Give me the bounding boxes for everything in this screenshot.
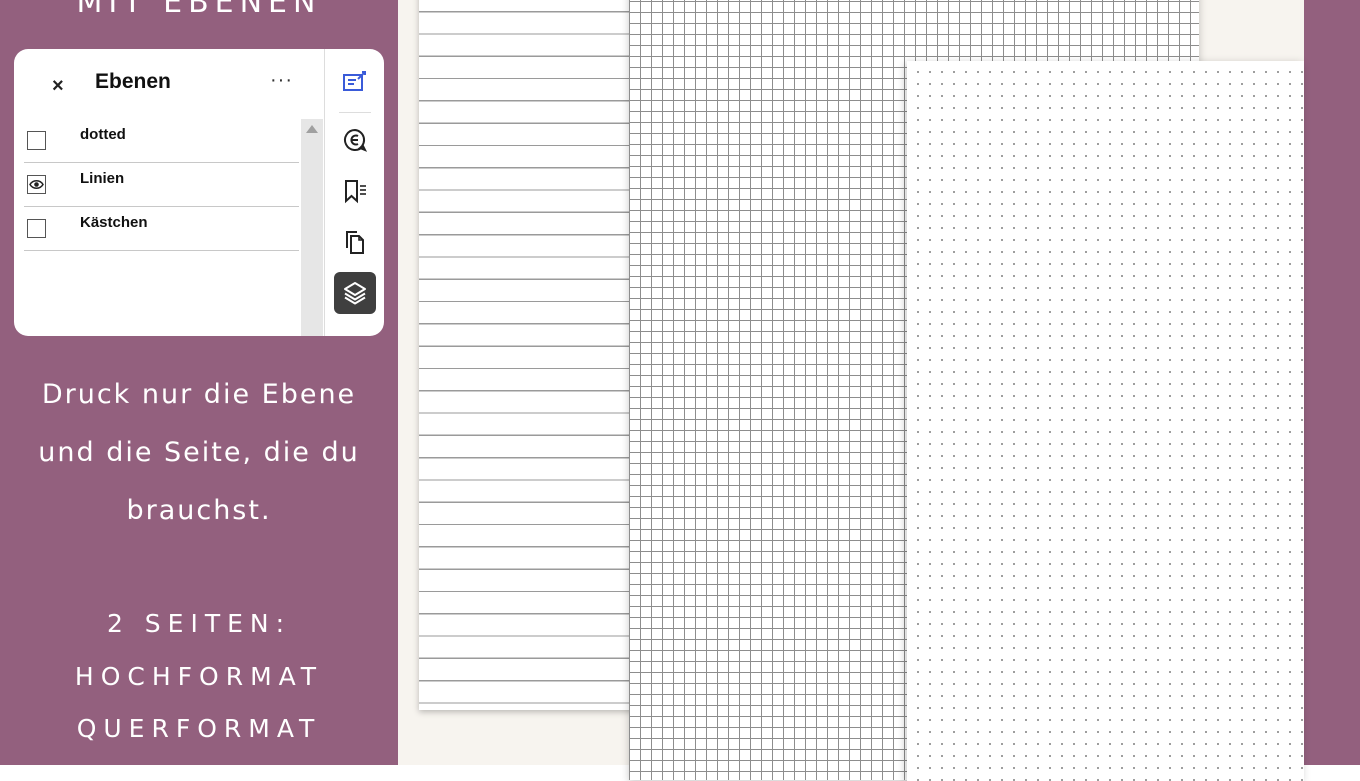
- right-strip: [1304, 0, 1360, 765]
- page-lined-preview: [419, 0, 639, 710]
- heading-top: MIT EBENEN: [76, 0, 322, 20]
- layer-label: dotted: [80, 126, 126, 143]
- layer-label: Kästchen: [80, 214, 148, 231]
- eye-icon: [29, 180, 44, 189]
- comment-button[interactable]: [334, 119, 376, 161]
- layer-visibility-checkbox[interactable]: [27, 131, 46, 150]
- layers-button[interactable]: [334, 272, 376, 314]
- scroll-up-arrow-icon[interactable]: [306, 125, 318, 133]
- pages-count-label: 2 SEITEN:: [106, 609, 292, 638]
- document-edit-icon: [343, 71, 366, 91]
- layer-row-dotted[interactable]: dotted: [24, 119, 299, 163]
- description-line: Druck nur die Ebene: [41, 379, 357, 410]
- description-line: brauchst.: [126, 495, 272, 526]
- landscape-label: QUERFORMAT: [76, 714, 322, 743]
- layer-visibility-checkbox[interactable]: [27, 175, 46, 194]
- layer-row-linien[interactable]: Linien: [24, 163, 299, 207]
- more-options-button[interactable]: ···: [270, 69, 293, 92]
- side-toolbar: [325, 49, 384, 336]
- layer-row-kaestchen[interactable]: Kästchen: [24, 207, 299, 251]
- portrait-label: HOCHFORMAT: [74, 662, 324, 691]
- description-text: Druck nur die Ebene und die Seite, die d…: [0, 366, 398, 540]
- panel-title: Ebenen: [95, 70, 171, 93]
- bookmark-list-button[interactable]: [334, 170, 376, 212]
- layer-list: dotted Linien Kästchen: [24, 119, 299, 251]
- comment-icon: [344, 128, 368, 152]
- copy-pages-button[interactable]: [334, 221, 376, 263]
- toolbar-separator: [339, 112, 371, 113]
- layer-list-scrollbar[interactable]: [301, 119, 323, 336]
- close-button[interactable]: ×: [52, 75, 64, 98]
- layers-panel-header: × Ebenen ···: [14, 49, 324, 119]
- bookmark-list-icon: [345, 180, 366, 204]
- layers-icon: [344, 282, 366, 305]
- page-dotted-preview: [907, 61, 1304, 781]
- layers-panel: × Ebenen ··· dotted Linien Kästchen: [14, 49, 384, 336]
- description-line: und die Seite, die du: [38, 437, 360, 468]
- layer-visibility-checkbox[interactable]: [27, 219, 46, 238]
- layer-label: Linien: [80, 170, 125, 187]
- copy-pages-icon: [346, 231, 364, 254]
- document-edit-button[interactable]: [334, 62, 376, 104]
